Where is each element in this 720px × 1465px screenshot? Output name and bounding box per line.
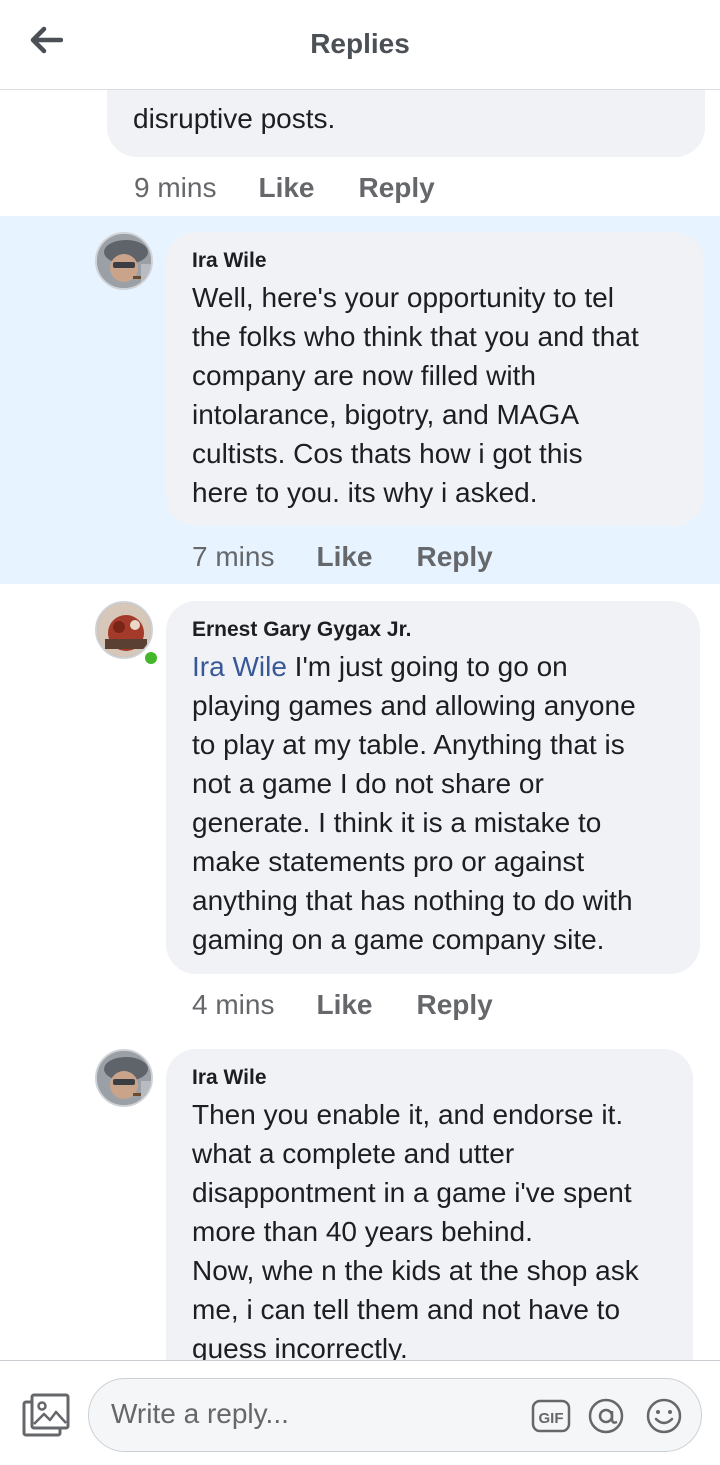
- header-bar: Replies: [0, 0, 720, 90]
- like-button[interactable]: Like: [258, 172, 314, 204]
- at-icon: [588, 1398, 624, 1434]
- reply-button[interactable]: Reply: [417, 541, 493, 573]
- avatar-photo-icon: [97, 603, 151, 657]
- comment-author[interactable]: Ira Wile: [192, 248, 678, 274]
- comment-bubble: Ernest Gary Gygax Jr. Ira Wile I'm just …: [166, 601, 700, 974]
- reply-input[interactable]: Write a reply... GIF: [88, 1378, 702, 1452]
- timestamp: 4 mins: [192, 989, 275, 1020]
- comment-meta: 7 mins Like Reply: [192, 537, 493, 577]
- like-button[interactable]: Like: [316, 541, 372, 573]
- comment-text: disruptive posts.: [133, 103, 336, 134]
- reply-button[interactable]: Reply: [359, 172, 435, 204]
- emoji-icon: [646, 1398, 682, 1434]
- reply-placeholder: Write a reply...: [111, 1398, 289, 1429]
- mention-button[interactable]: [587, 1397, 625, 1435]
- comment-meta: 4 mins Like Reply: [192, 985, 493, 1025]
- comment-bubble: Ira Wile Then you enable it, and endorse…: [166, 1049, 693, 1360]
- photo-icon: [22, 1393, 70, 1437]
- online-status-dot: [143, 650, 159, 666]
- comment-bubble: disruptive posts.: [107, 90, 705, 157]
- comment-author[interactable]: Ernest Gary Gygax Jr.: [192, 617, 674, 643]
- avatar[interactable]: [95, 1049, 153, 1107]
- avatar[interactable]: [95, 232, 153, 290]
- mention-link[interactable]: Ira Wile: [192, 651, 287, 682]
- comment-text-body: I'm just going to go on playing games an…: [192, 651, 636, 955]
- comment-author[interactable]: Ira Wile: [192, 1065, 667, 1091]
- timestamp: 9 mins: [134, 172, 217, 203]
- comment-text: Then you enable it, and endorse it. what…: [192, 1099, 639, 1360]
- gif-button[interactable]: GIF: [531, 1397, 571, 1435]
- timestamp: 7 mins: [192, 541, 275, 572]
- gif-icon: GIF: [531, 1399, 571, 1433]
- avatar[interactable]: [95, 601, 153, 659]
- page-title: Replies: [310, 28, 410, 59]
- reply-button[interactable]: Reply: [417, 989, 493, 1021]
- photo-button[interactable]: [22, 1393, 70, 1437]
- replies-list[interactable]: disruptive posts. 9 mins Like Reply Ira …: [0, 90, 720, 1360]
- comment-text: Well, here's your opportunity to tel the…: [192, 282, 639, 508]
- reply-composer: Write a reply... GIF: [0, 1360, 720, 1465]
- like-button[interactable]: Like: [316, 989, 372, 1021]
- comment-meta: 9 mins Like Reply: [134, 168, 435, 208]
- comment-bubble: Ira Wile Well, here's your opportunity t…: [166, 232, 704, 526]
- svg-text:GIF: GIF: [539, 1410, 564, 1427]
- emoji-button[interactable]: [645, 1397, 683, 1435]
- comment-text: Ira Wile I'm just going to go on playing…: [192, 647, 674, 959]
- avatar-photo-icon: [97, 1051, 151, 1105]
